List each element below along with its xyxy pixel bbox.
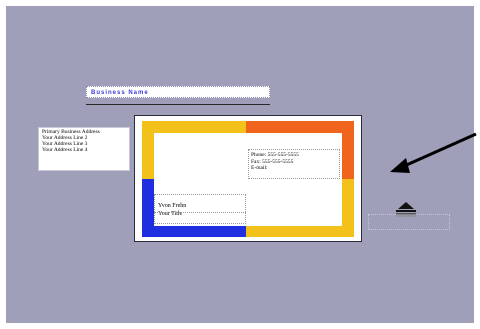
frame-segment-top-left	[142, 121, 246, 133]
frame-segment-bottom-left	[142, 226, 246, 237]
address-textbox[interactable]: Primary Business Address Your Address Li…	[38, 127, 130, 171]
business-name-underline	[86, 104, 270, 105]
frame-segment-bottom-right	[246, 226, 354, 237]
business-name-text: Business Name	[91, 90, 149, 96]
frame-segment-top-right	[246, 121, 354, 133]
arrow-icon	[390, 132, 477, 173]
person-textbox[interactable]: Yvon Frehn Your Title	[154, 194, 246, 224]
frame-segment-right-top	[342, 121, 354, 179]
business-name-textbox[interactable]: Business Name	[86, 86, 270, 98]
frame-segment-left-top	[142, 121, 154, 179]
person-name: Yvon Frehn	[158, 203, 187, 209]
address-line-4: Your Address Line 4	[42, 147, 88, 153]
contact-textbox[interactable]: Phone: 555-555-5555 Fax: 555-555-5555 E-…	[248, 149, 340, 179]
email-text: E-mail:	[251, 165, 268, 171]
person-divider	[154, 212, 246, 214]
frame-shape-icon	[396, 202, 416, 217]
